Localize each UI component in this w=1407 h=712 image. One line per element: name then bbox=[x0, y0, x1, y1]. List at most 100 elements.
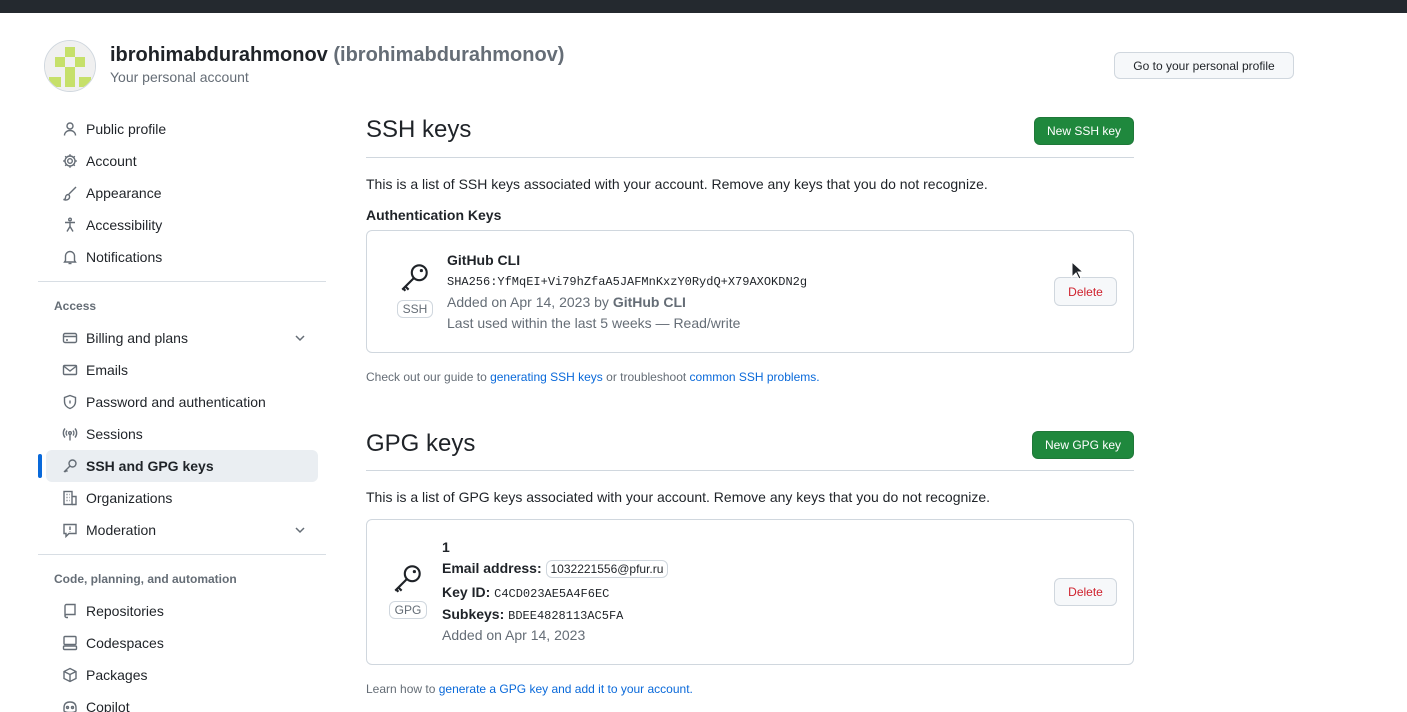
ssh-added-prefix: Added on Apr 14, 2023 by bbox=[447, 294, 613, 310]
key-icon bbox=[391, 565, 425, 599]
gpg-description: This is a list of GPG keys associated wi… bbox=[366, 489, 991, 505]
sidebar-item-billing[interactable]: Billing and plans bbox=[46, 322, 318, 354]
chevron-down-icon[interactable] bbox=[292, 522, 308, 538]
identicon-image bbox=[45, 41, 95, 91]
gpg-key-item: GPG 1 Email address: 1032221556@pfur.ru … bbox=[366, 519, 1134, 665]
sidebar-item-accessibility[interactable]: Accessibility bbox=[46, 209, 318, 241]
sidebar-item-moderation[interactable]: Moderation bbox=[46, 514, 318, 546]
repo-icon bbox=[62, 603, 78, 619]
sidebar-item-copilot[interactable]: Copilot bbox=[46, 691, 318, 712]
sidebar-divider bbox=[38, 281, 326, 282]
gpg-key-icon-block: GPG bbox=[388, 562, 428, 619]
gpg-subkeys-value: BDEE4828113AC5FA bbox=[508, 609, 624, 623]
key-icon bbox=[62, 458, 78, 474]
ssh-key-item: SSH GitHub CLI SHA256:YfMqEI+Vi79hZfaA5J… bbox=[366, 230, 1134, 353]
sidebar-item-ssh-gpg-keys[interactable]: SSH and GPG keys bbox=[38, 450, 318, 482]
chevron-down-icon[interactable] bbox=[292, 330, 308, 346]
gpg-title-divider bbox=[366, 470, 1134, 471]
go-to-profile-button[interactable]: Go to your personal profile bbox=[1114, 52, 1294, 79]
paintbrush-icon bbox=[62, 185, 78, 201]
broadcast-icon bbox=[62, 426, 78, 442]
gpg-key-name: 1 bbox=[442, 539, 450, 555]
new-ssh-key-button[interactable]: New SSH key bbox=[1034, 117, 1134, 145]
ssh-title-divider bbox=[366, 157, 1134, 158]
sidebar-item-label: Organizations bbox=[86, 490, 173, 506]
sidebar-item-sessions[interactable]: Sessions bbox=[46, 418, 318, 450]
sidebar-item-label: Password and authentication bbox=[86, 394, 266, 410]
sidebar-item-label: Billing and plans bbox=[86, 330, 188, 346]
sidebar-item-label: Account bbox=[86, 153, 137, 169]
account-subtitle: Your personal account bbox=[110, 69, 249, 85]
sidebar-item-notifications[interactable]: Notifications bbox=[46, 241, 318, 273]
delete-ssh-key-button[interactable]: Delete bbox=[1054, 277, 1117, 306]
ssh-added-by: GitHub CLI bbox=[612, 294, 686, 310]
sidebar-heading-access: Access bbox=[54, 299, 97, 313]
bell-icon bbox=[62, 249, 78, 265]
new-gpg-key-button[interactable]: New GPG key bbox=[1032, 431, 1134, 459]
generating-ssh-keys-link[interactable]: generating SSH keys bbox=[490, 370, 603, 384]
sidebar-item-label: Notifications bbox=[86, 249, 163, 265]
sidebar-item-appearance[interactable]: Appearance bbox=[46, 177, 318, 209]
user-name[interactable]: ibrohimabdurahmonov bbox=[110, 44, 328, 66]
gpg-email-value: 1032221556@pfur.ru bbox=[545, 560, 669, 578]
gpg-subkeys-row: Subkeys: BDEE4828113AC5FA bbox=[442, 606, 623, 623]
sidebar-divider bbox=[38, 554, 326, 555]
sidebar-item-label: SSH and GPG keys bbox=[86, 458, 214, 474]
ssh-key-last-used: Last used within the last 5 weeks — Read… bbox=[447, 315, 741, 331]
sidebar-item-label: Moderation bbox=[86, 522, 157, 538]
sidebar-item-repositories[interactable]: Repositories bbox=[46, 595, 318, 627]
ssh-key-added: Added on Apr 14, 2023 by GitHub CLI bbox=[447, 294, 686, 310]
sidebar-item-label: Repositories bbox=[86, 603, 164, 619]
sidebar-item-label: Codespaces bbox=[86, 635, 164, 651]
sidebar-item-organizations[interactable]: Organizations bbox=[46, 482, 318, 514]
copilot-icon bbox=[62, 699, 78, 712]
ssh-key-name: GitHub CLI bbox=[447, 252, 521, 268]
sidebar-heading-code: Code, planning, and automation bbox=[54, 572, 237, 586]
delete-gpg-key-button[interactable]: Delete bbox=[1054, 578, 1117, 606]
sidebar-item-account[interactable]: Account bbox=[46, 145, 318, 177]
ssh-key-fingerprint: SHA256:YfMqEI+Vi79hZfaA5JAFMnKxzY0RydQ+X… bbox=[447, 275, 808, 289]
sidebar-item-public-profile[interactable]: Public profile bbox=[46, 113, 318, 145]
gpg-key-id-value: C4CD023AE5A4F6EC bbox=[494, 587, 610, 601]
gpg-key-id-label: Key ID: bbox=[442, 584, 491, 600]
ssh-keys-title: SSH keys bbox=[366, 116, 472, 143]
mouse-pointer-icon bbox=[1071, 260, 1085, 283]
sidebar-item-emails[interactable]: Emails bbox=[46, 354, 318, 386]
top-header-bar bbox=[0, 0, 1407, 13]
gpg-subkeys-label: Subkeys: bbox=[442, 606, 505, 622]
authentication-keys-heading: Authentication Keys bbox=[366, 207, 502, 223]
generate-gpg-key-link[interactable]: generate a GPG key and add it to your ac… bbox=[439, 682, 693, 696]
gpg-email-label: Email address: bbox=[442, 560, 542, 576]
key-icon bbox=[398, 264, 432, 298]
sidebar-item-codespaces[interactable]: Codespaces bbox=[46, 627, 318, 659]
sidebar-item-label: Packages bbox=[86, 667, 148, 683]
gpg-key-added: Added on Apr 14, 2023 bbox=[442, 627, 586, 643]
gpg-keys-title: GPG keys bbox=[366, 430, 476, 457]
codespaces-icon bbox=[62, 635, 78, 651]
gpg-badge: GPG bbox=[388, 601, 428, 619]
package-icon bbox=[62, 667, 78, 683]
ssh-badge: SSH bbox=[396, 300, 434, 318]
ssh-note-prefix: Check out our guide to bbox=[366, 370, 491, 384]
settings-sidebar: Public profile Account Appearance Access… bbox=[38, 113, 326, 712]
account-name: ibrohimabdurahmonov (ibrohimabdurahmonov… bbox=[110, 44, 564, 67]
sidebar-item-password[interactable]: Password and authentication bbox=[46, 386, 318, 418]
shield-lock-icon bbox=[62, 394, 78, 410]
report-icon bbox=[62, 522, 78, 538]
common-ssh-problems-link[interactable]: common SSH problems. bbox=[690, 370, 820, 384]
user-login: (ibrohimabdurahmonov) bbox=[333, 44, 565, 66]
gpg-email-row: Email address: 1032221556@pfur.ru bbox=[442, 560, 669, 578]
gpg-key-id-row: Key ID: C4CD023AE5A4F6EC bbox=[442, 584, 609, 601]
sidebar-item-packages[interactable]: Packages bbox=[46, 659, 318, 691]
mail-icon bbox=[62, 362, 78, 378]
ssh-help-note: Check out our guide to generating SSH ke… bbox=[366, 370, 820, 384]
accessibility-icon bbox=[62, 217, 78, 233]
person-icon bbox=[62, 121, 78, 137]
sidebar-item-label: Sessions bbox=[86, 426, 143, 442]
avatar[interactable] bbox=[44, 40, 96, 92]
gpg-note-prefix: Learn how to bbox=[366, 682, 439, 696]
sidebar-item-label: Public profile bbox=[86, 121, 167, 137]
sidebar-item-label: Appearance bbox=[86, 185, 162, 201]
sidebar-item-label: Accessibility bbox=[86, 217, 163, 233]
credit-card-icon bbox=[62, 330, 78, 346]
